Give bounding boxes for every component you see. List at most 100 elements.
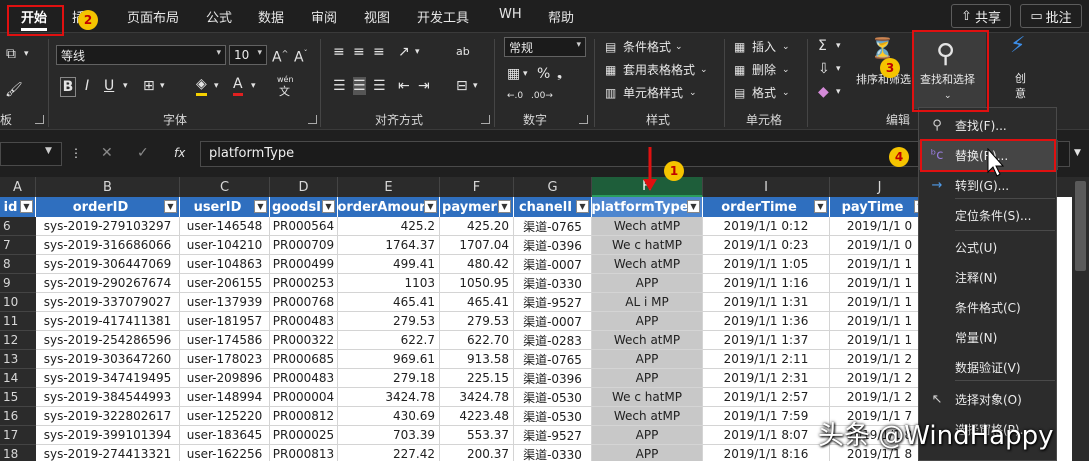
table-cell[interactable]: PR000025	[270, 426, 338, 445]
column-header[interactable]: C	[180, 177, 270, 197]
table-header-cell[interactable]: orderTime ▼	[703, 197, 830, 217]
border-dropdown-icon[interactable]: ▾	[160, 77, 165, 95]
row-header[interactable]: 7	[0, 236, 36, 255]
table-cell[interactable]: PR000768	[270, 293, 338, 312]
column-header[interactable]: D	[270, 177, 338, 197]
table-cell[interactable]: 2019/1/1 1:36	[703, 312, 830, 331]
font-size-select[interactable]: 10 ▾	[229, 45, 267, 65]
table-cell[interactable]: 2019/1/1 1	[830, 255, 930, 274]
table-cell[interactable]: 2019/1/1 1:37	[703, 331, 830, 350]
insert-function-button[interactable]: fx	[174, 144, 185, 162]
bold-icon[interactable]: B	[60, 77, 76, 97]
table-cell[interactable]: user-209896	[180, 369, 270, 388]
table-header-cell[interactable]: paymer ▼	[440, 197, 514, 217]
menu-item[interactable]: 常量(N)	[919, 322, 1058, 352]
menu-item[interactable]: 注释(N)	[919, 262, 1058, 292]
underline-icon[interactable]: U	[104, 77, 114, 95]
table-cell[interactable]: user-174586	[180, 331, 270, 350]
column-header[interactable]: G	[514, 177, 592, 197]
filter-dropdown-icon[interactable]: ▼	[424, 200, 437, 213]
row-header[interactable]: 6	[0, 217, 36, 236]
format-cells-button[interactable]: 格式	[752, 84, 776, 102]
table-cell[interactable]: 227.42	[338, 445, 440, 461]
vertical-scrollbar[interactable]	[1072, 177, 1089, 461]
table-cell[interactable]: 2019/1/1 2:31	[703, 369, 830, 388]
table-cell[interactable]: 2019/1/1 8:16	[703, 445, 830, 461]
table-cell[interactable]: 913.58	[440, 350, 514, 369]
table-cell[interactable]: 1050.95	[440, 274, 514, 293]
fill-dropdown-icon[interactable]: ▾	[836, 60, 841, 78]
indent-decrease-icon[interactable]: ⇤	[398, 77, 410, 95]
table-cell[interactable]: 553.37	[440, 426, 514, 445]
table-cell[interactable]: APP	[592, 445, 703, 461]
table-header-cell[interactable]: platformType ▼	[592, 197, 703, 217]
filter-dropdown-icon[interactable]: ▼	[322, 200, 335, 213]
more-options-icon[interactable]: ⋮	[70, 144, 82, 162]
percent-icon[interactable]: %	[537, 65, 550, 83]
table-cell[interactable]: 渠道-0007	[514, 312, 592, 331]
table-cell[interactable]: 4223.48	[440, 407, 514, 426]
row-header[interactable]: 15	[0, 388, 36, 407]
table-cell[interactable]: 279.53	[440, 312, 514, 331]
indent-increase-icon[interactable]: ⇥	[418, 77, 430, 95]
table-cell[interactable]: user-178023	[180, 350, 270, 369]
column-header[interactable]: F	[440, 177, 514, 197]
table-cell[interactable]: Wech atMP	[592, 255, 703, 274]
increase-decimal-icon[interactable]: ←.0	[507, 87, 523, 105]
table-cell[interactable]: Wech atMP	[592, 407, 703, 426]
clear-icon[interactable]: ◆	[818, 83, 829, 101]
table-cell[interactable]: 2019/1/1 1	[830, 312, 930, 331]
menu-item[interactable]: 定位条件(S)...	[919, 200, 1058, 230]
align-center-icon[interactable]: ☰	[353, 77, 366, 95]
fill-dropdown-icon[interactable]: ▾	[214, 77, 219, 95]
font-color-dropdown-icon[interactable]: ▾	[251, 77, 256, 95]
cancel-icon[interactable]: ✕	[101, 144, 113, 162]
table-cell[interactable]: 渠道-9527	[514, 293, 592, 312]
filter-dropdown-icon[interactable]: ▼	[498, 200, 511, 213]
table-cell[interactable]: user-146548	[180, 217, 270, 236]
table-cell[interactable]: sys-2019-274413321	[36, 445, 180, 461]
column-header[interactable]: A	[0, 177, 36, 197]
table-header-cell[interactable]: userID ▼	[180, 197, 270, 217]
table-cell[interactable]: sys-2019-399101394	[36, 426, 180, 445]
currency-dropdown-icon[interactable]: ▾	[523, 65, 528, 83]
filter-dropdown-icon[interactable]: ▼	[687, 200, 700, 213]
table-cell[interactable]: 2019/1/1 2:57	[703, 388, 830, 407]
row-header[interactable]: 18	[0, 445, 36, 461]
table-cell[interactable]: PR000685	[270, 350, 338, 369]
name-box[interactable]: ▼	[0, 142, 62, 166]
format-painter-icon[interactable]: 🖌	[5, 81, 23, 99]
tab-page-layout[interactable]: 页面布局	[127, 7, 179, 26]
table-cell[interactable]: 渠道-0765	[514, 350, 592, 369]
table-cell[interactable]: 2019/1/1 1:31	[703, 293, 830, 312]
menu-item[interactable]: 数据验证(V)	[919, 352, 1058, 382]
table-cell[interactable]: user-148994	[180, 388, 270, 407]
copy-icon[interactable]: ⧉	[6, 45, 16, 63]
table-cell[interactable]: sys-2019-303647260	[36, 350, 180, 369]
comment-button[interactable]: ▭ 批注	[1020, 4, 1082, 28]
table-cell[interactable]: 2019/1/1 1	[830, 293, 930, 312]
underline-dropdown-icon[interactable]: ▾	[123, 77, 128, 95]
table-cell[interactable]: 2019/1/1 0:12	[703, 217, 830, 236]
border-icon[interactable]: ⊞	[143, 77, 155, 95]
table-cell[interactable]: 2019/1/1 1:05	[703, 255, 830, 274]
table-cell[interactable]: sys-2019-417411381	[36, 312, 180, 331]
expand-formula-icon[interactable]: ▼	[1074, 144, 1081, 162]
delete-cells-button[interactable]: 删除	[752, 61, 776, 79]
table-cell[interactable]: 225.15	[440, 369, 514, 388]
table-cell[interactable]: 2019/1/1 2:11	[703, 350, 830, 369]
table-cell[interactable]: user-183645	[180, 426, 270, 445]
cell-styles-button[interactable]: 单元格样式	[623, 84, 683, 102]
table-cell[interactable]: PR000499	[270, 255, 338, 274]
table-cell[interactable]: 622.7	[338, 331, 440, 350]
table-cell[interactable]: sys-2019-337079027	[36, 293, 180, 312]
share-button[interactable]: ⇧ 共享	[951, 4, 1011, 28]
tab-formulas[interactable]: 公式	[206, 7, 232, 26]
table-cell[interactable]: APP	[592, 274, 703, 293]
merge-dropdown-icon[interactable]: ▾	[473, 77, 478, 95]
table-header-cell[interactable]: id ▼	[0, 197, 36, 217]
table-cell[interactable]: 499.41	[338, 255, 440, 274]
table-cell[interactable]: 2019/1/1 2	[830, 388, 930, 407]
orientation-icon[interactable]: ↗	[398, 43, 410, 61]
table-cell[interactable]: 渠道-0330	[514, 445, 592, 461]
